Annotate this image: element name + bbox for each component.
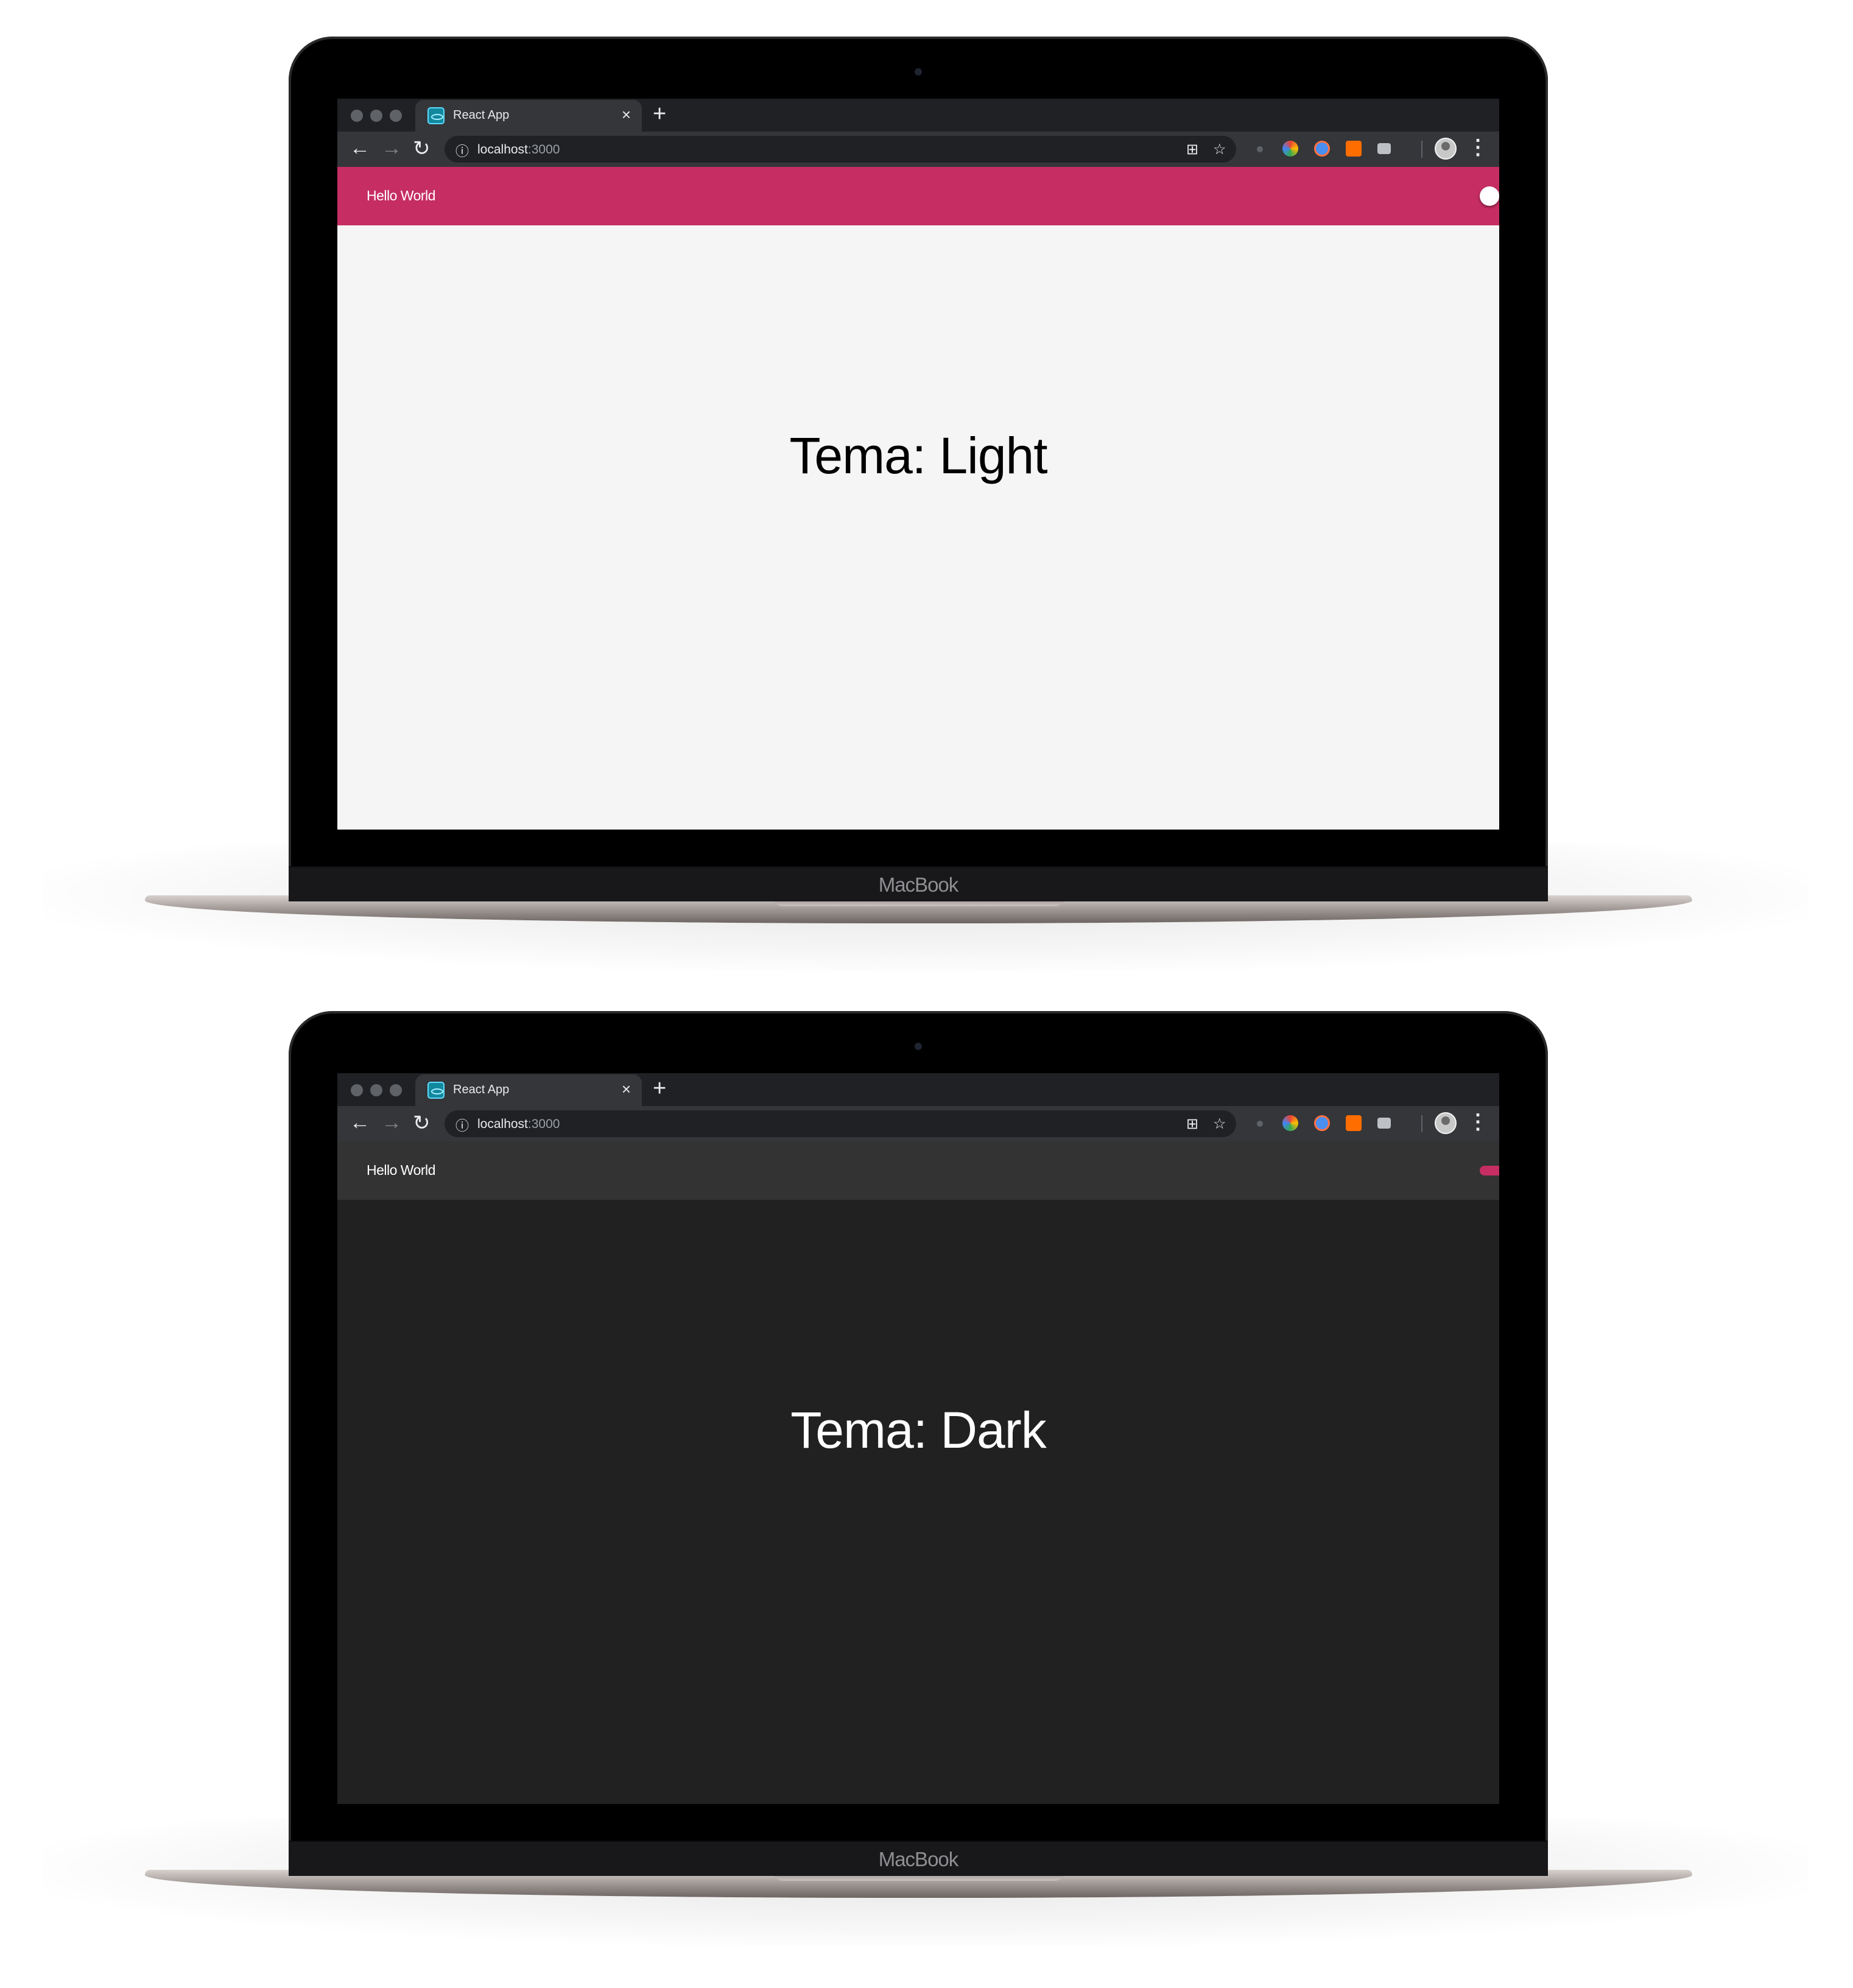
kebab-menu-icon[interactable]: ⋮ (1468, 135, 1488, 160)
url-text: localhost:3000 (477, 143, 560, 157)
address-bar[interactable]: ⓘ localhost:3000 ⊞ ☆ (445, 136, 1236, 163)
firefox-style-extension-icon[interactable] (1314, 1115, 1330, 1131)
forward-arrow-icon[interactable]: → (381, 1111, 402, 1135)
site-info-icon[interactable]: ⓘ (455, 141, 469, 160)
tab-title: React App (453, 1083, 510, 1096)
laptop-lid: React App × + ← → ↻ ⓘ localhost:3000 ⊞ ☆ (289, 37, 1548, 901)
laptop-lid: React App × + ← → ↻ ⓘ localhost:3000 ⊞ ☆ (289, 1011, 1548, 1876)
theme-label: Tema: Light (789, 427, 1047, 484)
camera-icon (915, 1043, 922, 1050)
firefox-style-extension-icon[interactable] (1314, 141, 1330, 157)
extension-dim-icon[interactable] (1257, 146, 1263, 152)
back-arrow-icon[interactable]: ← (350, 1111, 370, 1135)
browser-window: React App × + ← → ↻ ⓘ localhost:3000 ⊞ ☆ (337, 1073, 1499, 1804)
react-favicon-icon (427, 1082, 445, 1099)
app-bar-title: Hello World (367, 188, 435, 203)
new-tab-button[interactable]: + (653, 101, 666, 127)
browser-toolbar: ← → ↻ ⓘ localhost:3000 ⊞ ☆ ⋮ (337, 1106, 1499, 1141)
tab-close-icon[interactable]: × (622, 1080, 631, 1099)
browser-toolbar: ← → ↻ ⓘ localhost:3000 ⊞ ☆ ⋮ (337, 132, 1499, 167)
window-minimize-dot[interactable] (370, 110, 382, 122)
app-bar: Hello World (337, 1141, 1499, 1200)
reload-icon[interactable]: ↻ (413, 136, 431, 161)
window-maximize-dot[interactable] (390, 1084, 402, 1096)
translate-icon[interactable]: ⊞ (1186, 1115, 1198, 1133)
app-page: Hello World Tema: Dark (337, 1141, 1499, 1804)
camera-icon (915, 68, 922, 76)
theme-toggle-switch[interactable] (1480, 1160, 1499, 1182)
back-arrow-icon[interactable]: ← (350, 136, 370, 160)
color-picker-extension-icon[interactable] (1282, 1115, 1298, 1131)
kebab-menu-icon[interactable]: ⋮ (1468, 1110, 1488, 1134)
reload-icon[interactable]: ↻ (413, 1111, 431, 1135)
main-content: Tema: Dark (337, 1200, 1499, 1804)
laptop-dark: React App × + ← → ↻ ⓘ localhost:3000 ⊞ ☆ (0, 975, 1853, 1949)
address-bar[interactable]: ⓘ localhost:3000 ⊞ ☆ (445, 1110, 1236, 1137)
extension-dim-icon[interactable] (1257, 1121, 1263, 1127)
camera-extension-icon[interactable] (1377, 143, 1391, 154)
switch-thumb[interactable] (1480, 186, 1499, 206)
orange-extension-icon[interactable] (1346, 1115, 1362, 1131)
orange-extension-icon[interactable] (1346, 141, 1362, 157)
switch-track (1480, 1166, 1499, 1176)
profile-avatar[interactable] (1435, 1112, 1457, 1134)
laptop-chin: MacBook (289, 866, 1548, 901)
tab-title: React App (453, 108, 510, 122)
app-bar-title: Hello World (367, 1162, 435, 1178)
laptop-light: React App × + ← → ↻ ⓘ localhost:3000 ⊞ ☆ (0, 0, 1853, 975)
theme-label: Tema: Dark (790, 1401, 1046, 1459)
browser-window: React App × + ← → ↻ ⓘ localhost:3000 ⊞ ☆ (337, 99, 1499, 830)
window-close-dot[interactable] (351, 1084, 363, 1096)
window-close-dot[interactable] (351, 110, 363, 122)
new-tab-button[interactable]: + (653, 1076, 666, 1102)
react-favicon-icon (427, 107, 445, 124)
theme-toggle-switch[interactable] (1480, 185, 1499, 207)
laptop-chin: MacBook (289, 1841, 1548, 1876)
browser-titlebar: React App × + (337, 1073, 1499, 1106)
star-icon[interactable]: ☆ (1213, 1115, 1226, 1133)
url-text: localhost:3000 (477, 1117, 560, 1131)
window-minimize-dot[interactable] (370, 1084, 382, 1096)
star-icon[interactable]: ☆ (1213, 141, 1226, 158)
device-brand: MacBook (878, 1848, 959, 1870)
app-page: Hello World Tema: Light (337, 167, 1499, 830)
forward-arrow-icon[interactable]: → (381, 136, 402, 160)
camera-extension-icon[interactable] (1377, 1118, 1391, 1129)
app-bar: Hello World (337, 167, 1499, 225)
toolbar-divider (1421, 1115, 1422, 1132)
toolbar-divider (1421, 141, 1422, 158)
main-content: Tema: Light (337, 225, 1499, 830)
window-maximize-dot[interactable] (390, 110, 402, 122)
profile-avatar[interactable] (1435, 138, 1457, 160)
browser-titlebar: React App × + (337, 99, 1499, 132)
site-info-icon[interactable]: ⓘ (455, 1115, 469, 1135)
device-brand: MacBook (878, 873, 959, 896)
browser-tab[interactable]: React App × (415, 100, 642, 132)
browser-tab[interactable]: React App × (415, 1074, 642, 1106)
tab-close-icon[interactable]: × (622, 105, 631, 124)
translate-icon[interactable]: ⊞ (1186, 141, 1198, 158)
color-picker-extension-icon[interactable] (1282, 141, 1298, 157)
